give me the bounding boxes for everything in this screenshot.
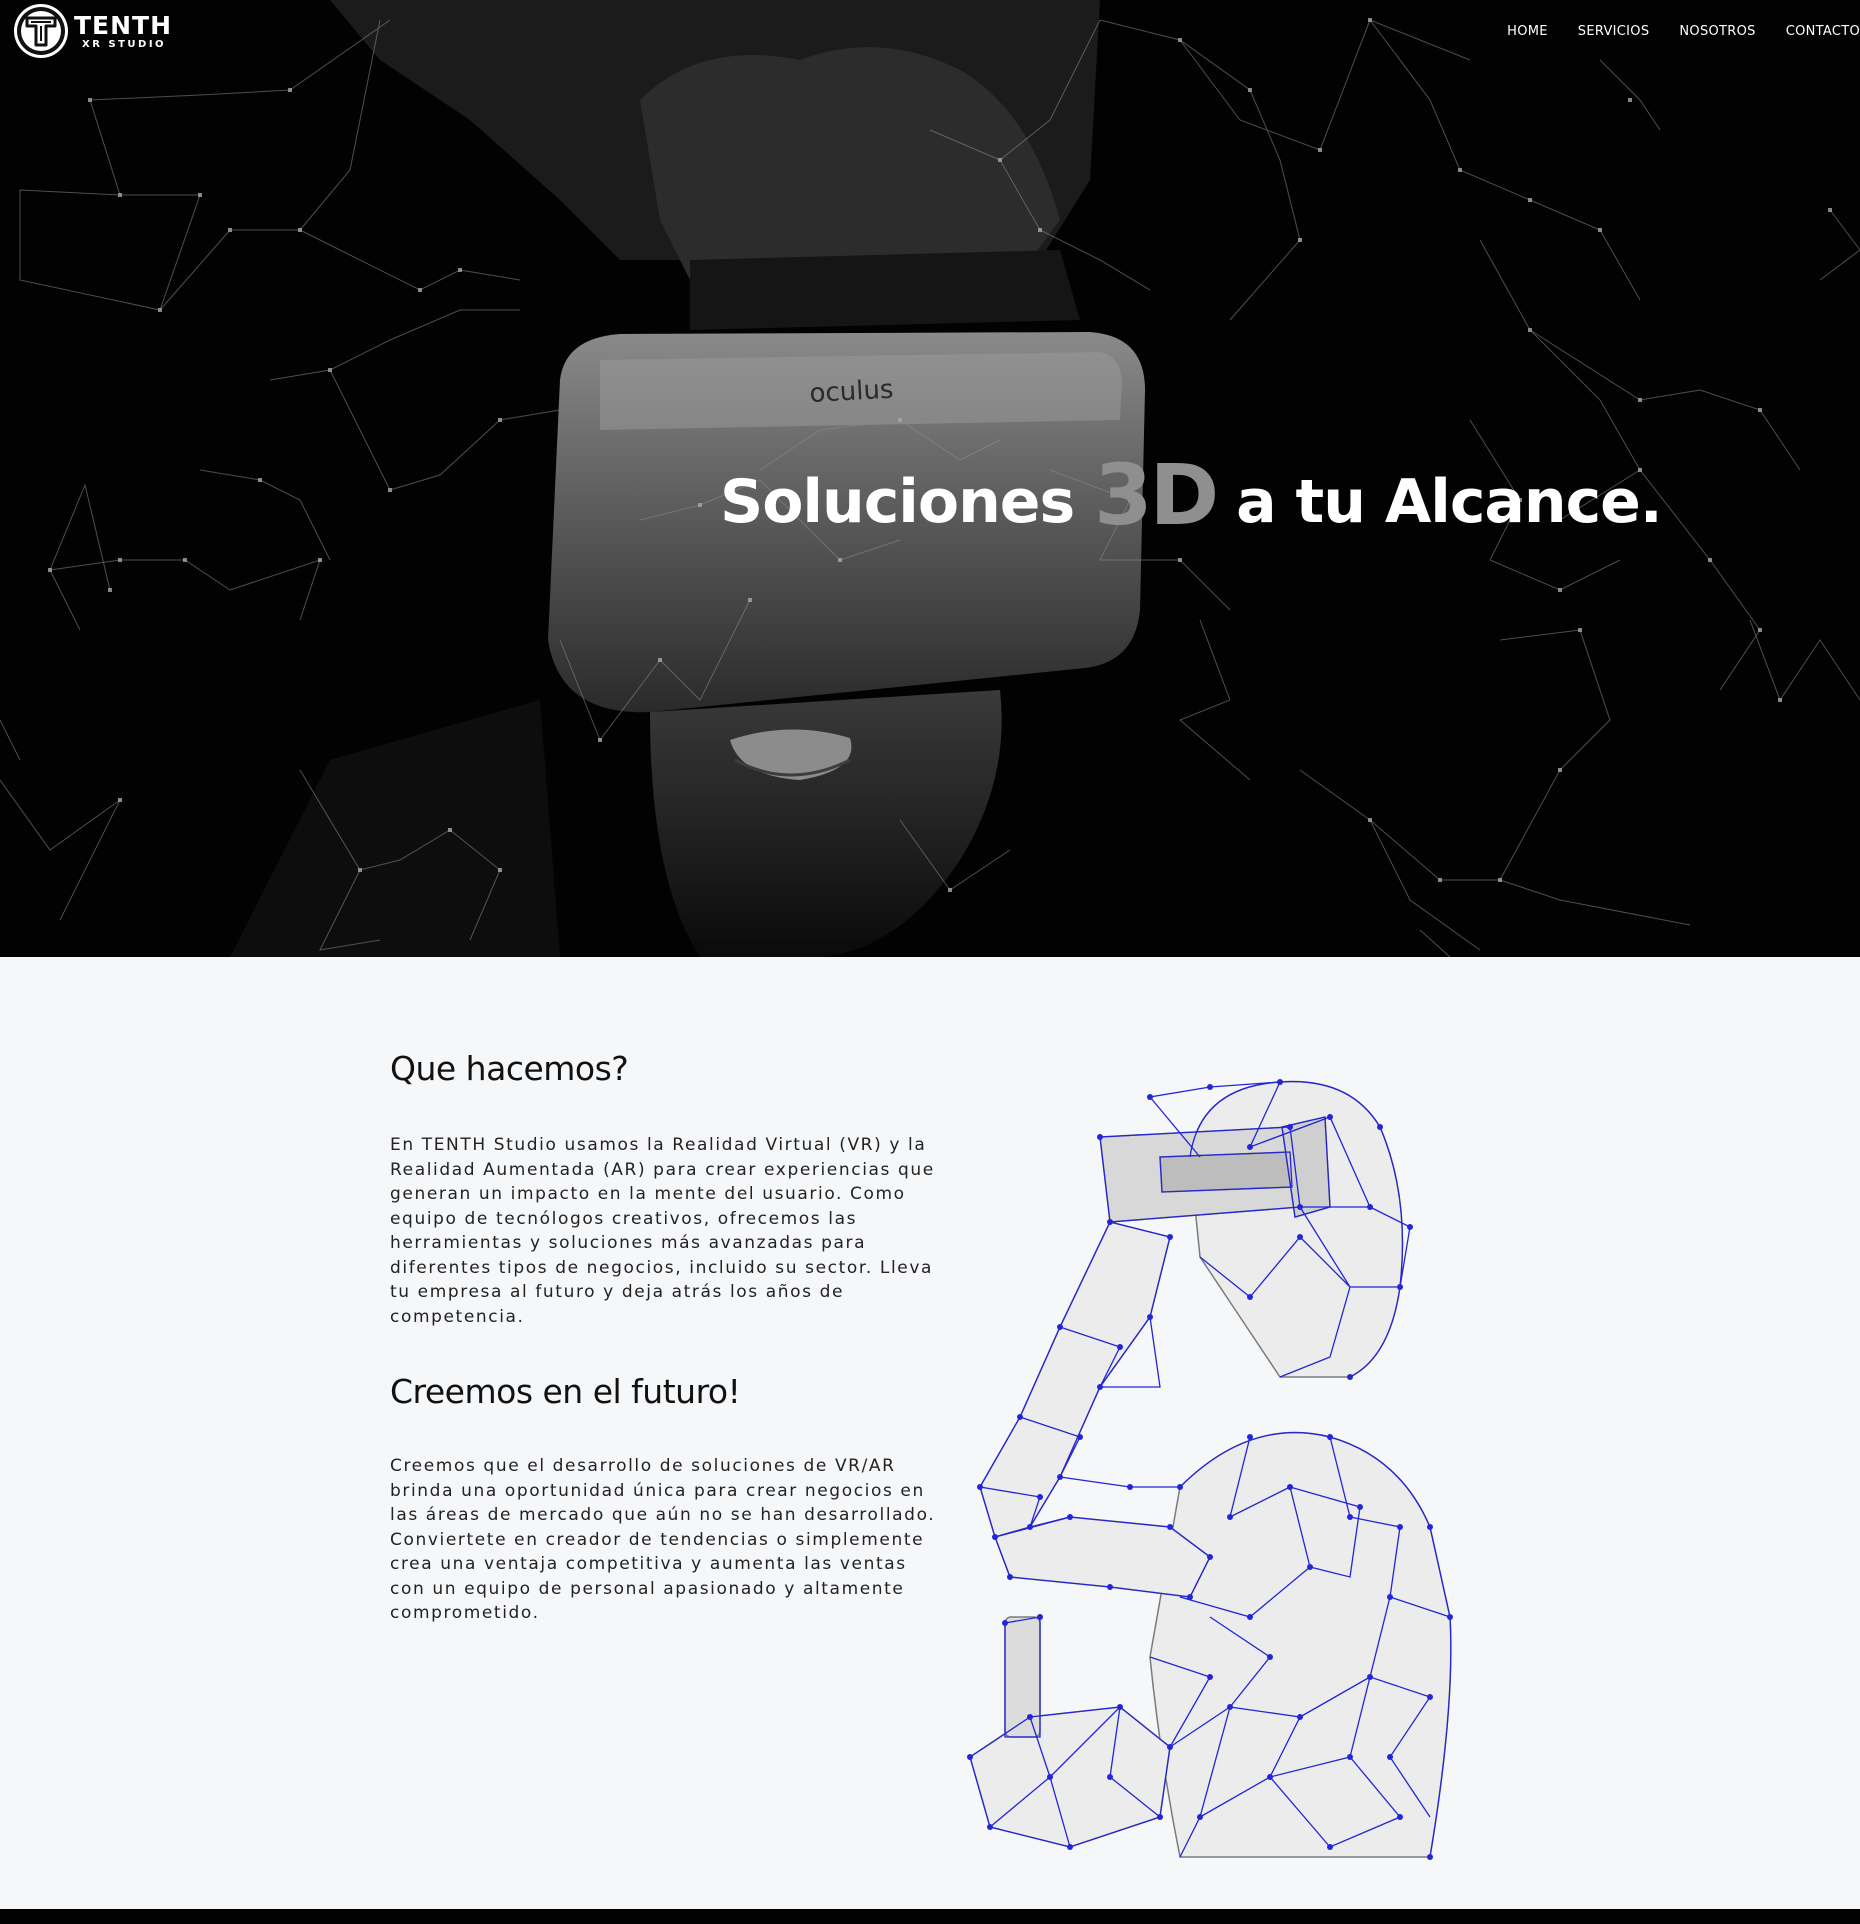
paragraph-que-hacemos: En TENTH Studio usamos la Realidad Virtu… <box>390 1135 935 1327</box>
brand-name: TENTH <box>74 10 173 40</box>
logo-text: TENTH XR STUDIO <box>74 13 172 50</box>
paragraph-creemos: Creemos que el desarrollo de soluciones … <box>390 1456 936 1623</box>
hero-title-after: a tu Alcance. <box>1216 467 1663 537</box>
main-nav: HOME SERVICIOS NOSOTROS CONTACTO <box>1507 24 1860 39</box>
hero-title-accent: 3D <box>1094 446 1219 544</box>
heading-que-hacemos: Que hacemos? <box>390 1049 629 1088</box>
about-section: Que hacemos? En TENTH Studio usamos la R… <box>0 957 1860 1909</box>
nav-home[interactable]: HOME <box>1507 24 1548 39</box>
nav-nosotros[interactable]: NOSOTROS <box>1679 24 1755 39</box>
footer-strip <box>0 1909 1860 1924</box>
nav-contacto[interactable]: CONTACTO <box>1786 24 1860 39</box>
hero-section: oculus TENTH XR STUDIO HOME SERVICIOS NO… <box>0 0 1860 957</box>
wireframe-vr-figure-illustration <box>967 1079 1453 1860</box>
hero-title: Soluciones 3D a tu Alcance. <box>720 446 1663 544</box>
nav-servicios[interactable]: SERVICIOS <box>1578 24 1650 39</box>
brand-subtitle: XR STUDIO <box>82 38 167 50</box>
heading-creemos: Creemos en el futuro! <box>390 1372 741 1411</box>
brand-logo[interactable]: TENTH XR STUDIO <box>14 4 172 58</box>
hero-title-before: Soluciones <box>720 467 1095 537</box>
logo-t-icon <box>14 4 68 58</box>
